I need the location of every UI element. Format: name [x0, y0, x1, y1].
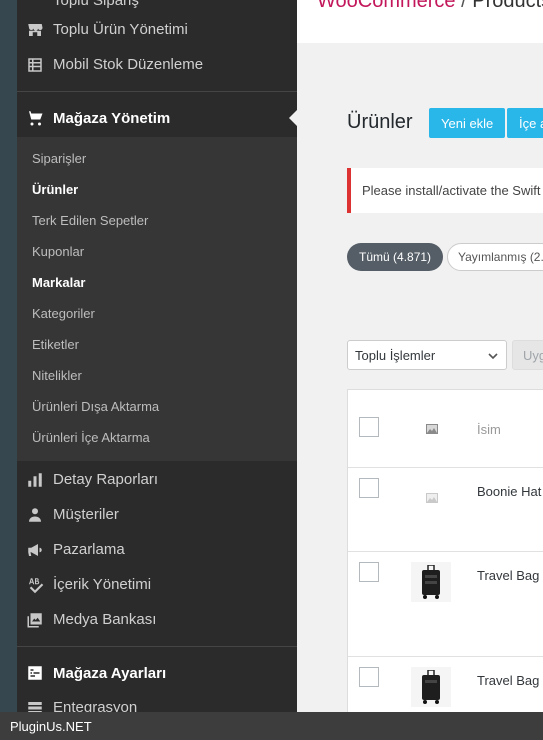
- integration-icon: [25, 698, 45, 712]
- sidebar-subitem-orders[interactable]: Siparişler: [32, 151, 86, 166]
- image-column-icon: [426, 424, 438, 434]
- sidebar-item-mobile-stock-editing[interactable]: Mobil Stok Düzenleme: [17, 47, 297, 82]
- filter-all[interactable]: Tümü (4.871): [347, 243, 444, 271]
- sidebar-section-store-management[interactable]: Mağaza Yönetim: [17, 96, 297, 140]
- table-row: Travel Bag: [348, 657, 543, 712]
- top-bar: WooCommerce / Products: [297, 0, 543, 43]
- product-thumbnail[interactable]: [411, 667, 451, 707]
- sidebar-subitem-import-products[interactable]: Ürünleri İçe Aktarma: [32, 430, 150, 445]
- sidebar-item-content-management[interactable]: İçerik Yönetimi: [17, 567, 297, 602]
- sidebar-subitem-attributes[interactable]: Nitelikler: [32, 368, 82, 383]
- sidebar-item-label: Detay Raporları: [53, 471, 159, 488]
- admin-sidebar: Toplu Sipariş Toplu Ürün Yönetimi Mobil …: [0, 0, 297, 712]
- page-title: Ürünler: [347, 111, 413, 133]
- product-name-link[interactable]: Travel Bag: [477, 568, 539, 583]
- sidebar-item-detailed-reports[interactable]: Detay Raporları: [17, 462, 297, 497]
- sidebar-item-bulk-product-management[interactable]: Toplu Ürün Yönetimi: [17, 12, 297, 47]
- luggage-icon: [422, 670, 440, 704]
- user-icon: [25, 505, 45, 525]
- notice-text: Please install/activate the Swift: [362, 183, 541, 198]
- select-all-checkbox[interactable]: [359, 417, 379, 437]
- footer-bar: PluginUs.NET: [0, 712, 543, 740]
- sidebar-item-label: Toplu Sipariş: [53, 0, 139, 9]
- sidebar-item-label: Pazarlama: [53, 541, 125, 558]
- table-row: Travel Bag: [348, 552, 543, 657]
- table-header: İsim: [348, 390, 543, 468]
- sidebar-item-partial-top[interactable]: Toplu Sipariş: [17, 0, 297, 9]
- chevron-down-icon: [488, 353, 498, 360]
- sidebar-item-label: Entegrasyon: [53, 699, 138, 712]
- list-icon: [25, 55, 45, 75]
- filter-published-count: (2.: [529, 250, 543, 264]
- sidebar-section-label: Mağaza Yönetim: [53, 109, 171, 127]
- sidebar-item-label: Müşteriler: [53, 506, 119, 523]
- sidebar-divider: [17, 91, 297, 92]
- row-checkbox[interactable]: [359, 478, 379, 498]
- spellcheck-icon: [25, 575, 45, 595]
- megaphone-icon: [25, 540, 45, 560]
- main-content: WooCommerce / Products Ürünler Yeni ekle…: [297, 0, 543, 712]
- luggage-icon: [422, 565, 440, 599]
- product-name-link[interactable]: Travel Bag: [477, 673, 539, 688]
- breadcrumb: WooCommerce / Products: [317, 0, 543, 13]
- filter-all-count: (4.871): [393, 250, 432, 264]
- filter-all-label: Tümü: [359, 250, 390, 264]
- sidebar-divider: [17, 646, 297, 647]
- sidebar-item-label: Medya Bankası: [53, 611, 157, 628]
- sidebar-subitem-export-products[interactable]: Ürünleri Dışa Aktarma: [32, 399, 159, 414]
- breadcrumb-separator: /: [455, 0, 473, 12]
- sidebar-subitem-tags[interactable]: Etiketler: [32, 337, 79, 352]
- sidebar-section-store-settings[interactable]: Mağaza Ayarları: [17, 651, 297, 695]
- bulk-actions-select[interactable]: Toplu İşlemler: [347, 340, 507, 370]
- sidebar-item-integration[interactable]: Entegrasyon: [17, 690, 297, 712]
- row-checkbox[interactable]: [359, 562, 379, 582]
- cart-icon: [25, 108, 45, 128]
- filter-published[interactable]: Yayımlanmış (2.: [447, 243, 543, 271]
- sidebar-item-marketing[interactable]: Pazarlama: [17, 532, 297, 567]
- settings-box-icon: [25, 663, 45, 683]
- product-thumbnail[interactable]: [411, 562, 451, 602]
- add-new-button[interactable]: Yeni ekle: [429, 108, 506, 138]
- breadcrumb-brand[interactable]: WooCommerce: [317, 0, 456, 12]
- footer-text: PluginUs.NET: [10, 718, 92, 734]
- sidebar-item-customers[interactable]: Müşteriler: [17, 497, 297, 532]
- sidebar-subitem-abandoned-carts[interactable]: Terk Edilen Sepetler: [32, 213, 148, 228]
- sidebar-subitem-brands[interactable]: Markalar: [32, 275, 85, 290]
- sidebar-subitem-categories[interactable]: Kategoriler: [32, 306, 95, 321]
- products-table: İsim Boonie Hat Travel Bag Travel Bag: [347, 389, 543, 712]
- column-header-name[interactable]: İsim: [477, 422, 501, 437]
- breadcrumb-page: Products: [472, 0, 543, 12]
- media-icon: [25, 610, 45, 630]
- sidebar-item-label: Mobil Stok Düzenleme: [53, 56, 204, 73]
- sidebar-item-label: Toplu Ürün Yönetimi: [53, 21, 188, 38]
- bar-chart-icon: [25, 470, 45, 490]
- bulk-actions-label: Toplu İşlemler: [355, 347, 436, 363]
- filter-published-label: Yayımlanmış: [458, 250, 527, 264]
- store-icon: [25, 20, 45, 40]
- image-placeholder-icon: [426, 493, 438, 503]
- sidebar-item-media-library[interactable]: Medya Bankası: [17, 602, 297, 637]
- sidebar-section-label: Mağaza Ayarları: [53, 664, 167, 682]
- sidebar-subitem-coupons[interactable]: Kuponlar: [32, 244, 84, 259]
- sidebar-subitem-products[interactable]: Ürünler: [32, 182, 78, 197]
- sidebar-rail: [0, 0, 17, 712]
- table-row: Boonie Hat: [348, 468, 543, 552]
- product-name-link[interactable]: Boonie Hat: [477, 484, 541, 499]
- row-checkbox[interactable]: [359, 667, 379, 687]
- sidebar-item-label: İçerik Yönetimi: [53, 576, 152, 593]
- import-button[interactable]: İçe aktar: [507, 108, 543, 138]
- active-indicator: [289, 110, 297, 126]
- apply-button[interactable]: Uygula: [512, 340, 543, 370]
- error-notice: Please install/activate the Swift: [347, 168, 543, 213]
